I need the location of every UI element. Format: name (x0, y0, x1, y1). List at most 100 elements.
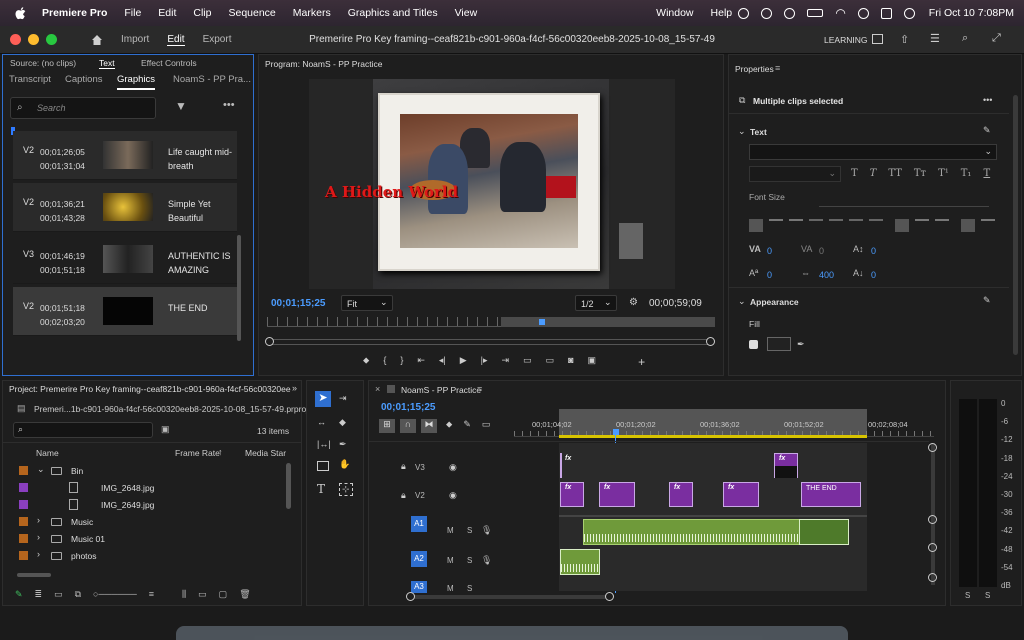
sequence-tab[interactable]: NoamS - PP Practice (401, 385, 481, 395)
caption-tool-icon[interactable]: ⊹ (339, 483, 353, 496)
justify-center-icon[interactable] (829, 219, 843, 232)
label-color-swatch[interactable] (19, 500, 28, 509)
nest-icon[interactable]: ⊞ (379, 419, 395, 433)
trash-icon[interactable]: 🗑 (239, 589, 250, 600)
expand-panels-icon[interactable]: » (292, 383, 297, 393)
superscript-icon[interactable]: T¹ (938, 168, 949, 179)
track-v2[interactable]: V2 (415, 491, 425, 500)
solo-button[interactable]: S (467, 584, 472, 593)
menu-edit[interactable]: Edit (158, 7, 176, 19)
scroll-handle[interactable] (928, 573, 937, 582)
the-end-clip[interactable]: THE END (801, 482, 861, 507)
mark-in-icon[interactable]: { (383, 355, 386, 367)
playhead[interactable] (539, 319, 545, 325)
zoom-window-button[interactable] (46, 34, 57, 45)
zoom-select[interactable]: Fit ⌄ (341, 295, 393, 311)
rtl-icon[interactable] (981, 219, 995, 232)
graphic-card[interactable]: V2 00;01;36;21 00;01;43;28 Simple Yet Bea… (13, 183, 237, 232)
tab-effect-controls[interactable]: Effect Controls (141, 58, 197, 68)
siri-icon[interactable] (903, 7, 915, 19)
italic-icon[interactable]: T (870, 168, 877, 179)
label-color-swatch[interactable] (19, 466, 28, 475)
panel-layout-icon[interactable] (872, 34, 883, 44)
close-tab-icon[interactable]: × (375, 384, 380, 394)
project-search-input[interactable]: ⌕ (13, 422, 153, 438)
filter-icon[interactable]: ▼ (175, 99, 187, 113)
menu-lines-icon[interactable]: ☰ (930, 32, 940, 45)
menu-view[interactable]: View (455, 7, 478, 19)
marker-icon[interactable]: ⬥ (363, 355, 369, 367)
project-h-scrollbar[interactable] (17, 573, 51, 577)
underline-icon[interactable]: T (983, 168, 990, 179)
workspace-export[interactable]: Export (203, 34, 232, 45)
menu-sequence[interactable]: Sequence (228, 7, 275, 19)
freeform-view-icon[interactable]: ⧉ (75, 589, 81, 600)
menu-premiere-pro[interactable]: Premiere Pro (42, 7, 107, 19)
menu-graphics-titles[interactable]: Graphics and Titles (348, 7, 438, 19)
control-center-icon[interactable] (880, 7, 892, 19)
align-left-icon[interactable] (749, 219, 763, 232)
align-right-icon[interactable] (789, 219, 803, 232)
align-middle-icon[interactable] (915, 219, 929, 232)
fill-checkbox[interactable] (749, 340, 758, 349)
graphic-card[interactable]: V2 00;01;26;05 00;01;31;04 Life caught mi… (13, 131, 237, 180)
subscript-icon[interactable]: T₁ (961, 168, 972, 179)
search-help-icon[interactable]: ⌕ (962, 32, 968, 45)
audio-clip-a1-end[interactable] (799, 519, 849, 545)
razor-tool-icon[interactable]: ◆ (339, 417, 346, 428)
add-button-icon[interactable]: + (638, 355, 645, 369)
lift-icon[interactable]: ▭ (523, 355, 532, 367)
appearance-section-title[interactable]: Appearance (750, 297, 799, 307)
baseline-value[interactable]: 0 (767, 270, 772, 280)
step-back-icon[interactable]: ◂| (439, 355, 446, 367)
align-bottom-icon[interactable] (935, 219, 949, 232)
label-color-swatch[interactable] (19, 517, 28, 526)
caps-value[interactable]: 0 (871, 270, 876, 280)
panel-menu-icon[interactable]: ≡ (775, 63, 780, 73)
hand-tool-icon[interactable]: ✋ (339, 459, 350, 470)
lock-icon[interactable]: 🔒︎ (401, 490, 406, 501)
automate-icon[interactable]: ⫼ (182, 589, 186, 600)
go-to-out-icon[interactable]: ⇥ (502, 355, 510, 367)
chevron-right-icon[interactable]: › (37, 532, 40, 542)
scroll-handle[interactable] (605, 592, 614, 601)
track-a3[interactable]: A3 (411, 581, 427, 593)
label-color-swatch[interactable] (19, 551, 28, 560)
type-tool-icon[interactable]: T (317, 482, 325, 496)
graphic-clip-v3[interactable]: fx (774, 453, 798, 478)
video-frame[interactable]: A Hidden World (309, 79, 675, 289)
tab-graphics[interactable]: Graphics (117, 74, 156, 90)
mic-icon[interactable]: 🎙︎ (481, 525, 492, 536)
track-a1[interactable]: A1 (411, 516, 427, 532)
shield-icon[interactable] (761, 7, 773, 19)
tsume-value[interactable]: 400 (819, 270, 834, 280)
more-options-icon[interactable]: ••• (223, 99, 235, 111)
compare-icon[interactable]: ▣ (588, 355, 597, 367)
chevron-right-icon[interactable]: › (37, 549, 40, 559)
timeline-settings-icon[interactable]: ✎ (463, 419, 471, 433)
minimize-window-button[interactable] (28, 34, 39, 45)
label-color-swatch[interactable] (19, 483, 28, 492)
audio-clip-a2[interactable] (560, 549, 600, 575)
slip-tool-icon[interactable]: |↔| (317, 439, 331, 449)
fullscreen-icon[interactable]: ⤢ (992, 32, 1001, 45)
font-size-slider[interactable] (819, 206, 989, 207)
tracking-value[interactable]: 0 (819, 246, 824, 256)
graphic-clip-v2[interactable]: fx (560, 482, 584, 507)
chevron-right-icon[interactable]: › (37, 515, 40, 525)
ripple-edit-tool-icon[interactable]: ↔ (317, 417, 326, 427)
align-top-icon[interactable] (895, 219, 909, 232)
bold-icon[interactable]: T (851, 168, 858, 179)
project-folder-row[interactable]: › photos (3, 548, 283, 564)
graphic-card[interactable]: V3 00;01;46;19 00;01;51;18 AUTHENTIC IS A… (13, 235, 237, 284)
workspace-import[interactable]: Import (121, 34, 149, 45)
mic-icon[interactable]: 🎙︎ (481, 555, 492, 566)
play-icon[interactable]: ▶ (460, 355, 467, 367)
panel-menu-icon[interactable]: ≡ (477, 384, 482, 394)
camera-icon[interactable]: ◙ (568, 355, 573, 367)
graphic-clip-v2[interactable]: fx (669, 482, 693, 507)
solo-button[interactable]: S (467, 526, 472, 535)
new-bin-search-icon[interactable]: ▣ (161, 424, 170, 435)
text-section-title[interactable]: Text (750, 127, 767, 137)
chevron-down-icon[interactable]: ⌄ (738, 296, 746, 307)
